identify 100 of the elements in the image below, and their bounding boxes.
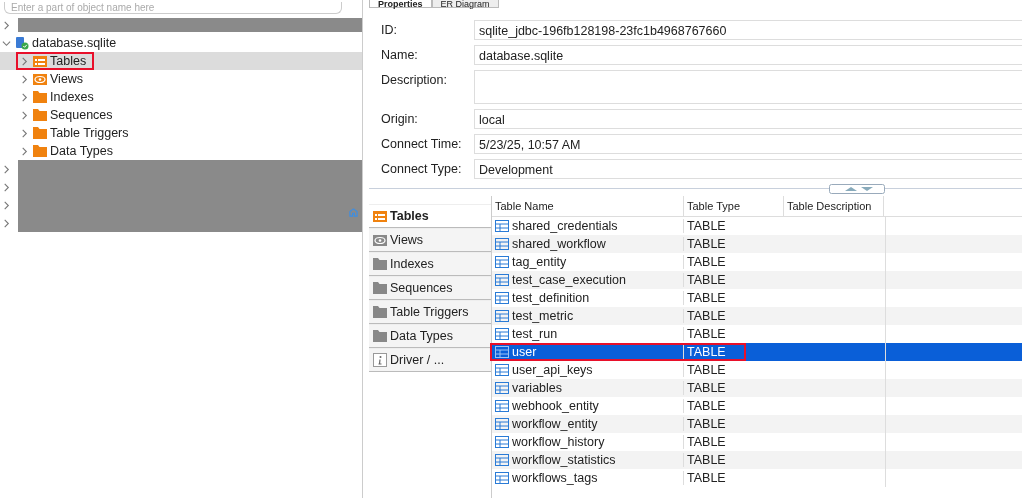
chevron-icon[interactable]	[2, 200, 11, 210]
table-row[interactable]: variables TABLE	[492, 379, 1022, 397]
table-cell: workflows_tags	[512, 471, 598, 485]
table-cell-text: TABLE	[686, 417, 727, 431]
table-icon	[495, 309, 509, 323]
table-cell: variables	[512, 381, 563, 395]
folder-icon	[33, 144, 47, 158]
tree-item[interactable]: Indexes	[0, 88, 362, 106]
table-cell: workflow_statistics	[512, 453, 616, 467]
side-tab[interactable]: Views	[369, 228, 491, 252]
tree-item-label: Sequences	[50, 108, 113, 122]
table-cell-text: TABLE	[686, 291, 727, 305]
database-icon	[15, 36, 29, 50]
table-row[interactable]: workflow_statistics TABLE	[492, 451, 1022, 469]
text-field[interactable]: 5/23/25, 10:57 AM	[474, 134, 1022, 154]
chevron-icon[interactable]	[2, 164, 11, 174]
side-tab[interactable]: Sequences	[369, 276, 491, 300]
table-cell: shared_credentials	[512, 219, 618, 233]
field-label: Connect Type:	[381, 161, 463, 178]
column-header[interactable]: Table Type	[684, 196, 784, 216]
editor-tab[interactable]: Properties	[369, 0, 432, 8]
table-cell: workflow_history	[512, 435, 605, 449]
eye-icon	[33, 72, 47, 86]
table-cell-text: TABLE	[686, 345, 727, 359]
table-cell: user_api_keys	[512, 363, 593, 377]
info-icon	[373, 353, 387, 367]
table-cell-text: TABLE	[686, 309, 727, 323]
table-cell: test_metric	[512, 309, 574, 323]
table-cell: user	[512, 345, 537, 359]
tree-item-label: Indexes	[50, 90, 94, 104]
chevron-icon[interactable]	[2, 218, 11, 228]
editor-tab[interactable]: ER Diagram	[431, 0, 499, 8]
tree-item[interactable]: Data Types	[0, 142, 362, 160]
tree-item-label: Views	[50, 72, 84, 86]
tree-item-label: Table Triggers	[50, 126, 129, 140]
table-cell: webhook_entity	[512, 399, 599, 413]
chevron-icon[interactable]	[2, 38, 11, 48]
side-tab[interactable]: Table Triggers	[369, 300, 491, 324]
side-tab[interactable]: Driver / ...	[369, 348, 491, 372]
column-header[interactable]: Table Description	[784, 196, 884, 216]
folder-icon	[33, 108, 47, 122]
field-label: Description:	[381, 72, 448, 89]
splitter-handle[interactable]	[829, 184, 885, 194]
table-list-icon	[33, 54, 47, 68]
tree-item[interactable]: Tables	[0, 52, 362, 70]
table-cell: test_definition	[512, 291, 590, 305]
table-icon	[495, 435, 509, 449]
chevron-icon[interactable]	[2, 20, 11, 30]
table-row[interactable]: user TABLE	[492, 343, 1022, 361]
folder-icon	[373, 281, 387, 295]
tree-item-label[interactable]: database.sqlite	[32, 36, 117, 50]
table-row[interactable]: test_case_execution TABLE	[492, 271, 1022, 289]
side-tab[interactable]: Tables	[369, 204, 491, 228]
table-icon	[495, 255, 509, 269]
table-cell: test_run	[512, 327, 558, 341]
text-field[interactable]: local	[474, 109, 1022, 129]
eye-icon	[373, 233, 387, 247]
table-row[interactable]: shared_workflow TABLE	[492, 235, 1022, 253]
tree-item[interactable]: Table Triggers	[0, 124, 362, 142]
table-cell-text: TABLE	[686, 273, 727, 287]
table-cell: shared_workflow	[512, 237, 606, 251]
search-field[interactable]: Enter a part of object name here	[4, 2, 342, 14]
table-icon	[495, 381, 509, 395]
table-cell-text: TABLE	[686, 381, 727, 395]
text-field[interactable]: sqlite_jdbc-196fb128198-23fc1b4968767660	[474, 20, 1022, 40]
tree-item-label: Data Types	[50, 144, 113, 158]
table-cell-text: TABLE	[686, 471, 727, 485]
tree-item[interactable]: Sequences	[0, 106, 362, 124]
table-row[interactable]: workflows_tags TABLE	[492, 469, 1022, 487]
folder-icon	[373, 257, 387, 271]
table-icon	[495, 237, 509, 251]
table-cell-text: TABLE	[686, 219, 727, 233]
table-icon	[495, 345, 509, 359]
chevron-icon[interactable]	[2, 182, 11, 192]
table-icon	[495, 273, 509, 287]
table-cell-text: TABLE	[686, 363, 727, 377]
table-cell-text: TABLE	[686, 399, 727, 413]
folder-icon	[373, 305, 387, 319]
table-icon	[495, 417, 509, 431]
folder-icon	[373, 329, 387, 343]
field-label: ID:	[381, 22, 398, 39]
table-icon	[495, 471, 509, 485]
tree-item[interactable]: Views	[0, 70, 362, 88]
side-tab[interactable]: Indexes	[369, 252, 491, 276]
text-field[interactable]: database.sqlite	[474, 45, 1022, 65]
table-cell-text: TABLE	[686, 453, 727, 467]
table-cell: test_case_execution	[512, 273, 626, 287]
field-label: Name:	[381, 47, 419, 64]
table-row[interactable]: workflow_entity TABLE	[492, 415, 1022, 433]
table-icon	[495, 219, 509, 233]
text-field[interactable]: Development	[474, 159, 1022, 179]
table-cell: workflow_entity	[512, 417, 598, 431]
table-icon	[495, 291, 509, 305]
table-cell-text: TABLE	[686, 435, 727, 449]
column-header[interactable]: Table Name	[492, 196, 684, 216]
table-row[interactable]: test_metric TABLE	[492, 307, 1022, 325]
side-tab[interactable]: Data Types	[369, 324, 491, 348]
field-label: Origin:	[381, 111, 419, 128]
folder-icon	[33, 126, 47, 140]
table-icon	[495, 453, 509, 467]
